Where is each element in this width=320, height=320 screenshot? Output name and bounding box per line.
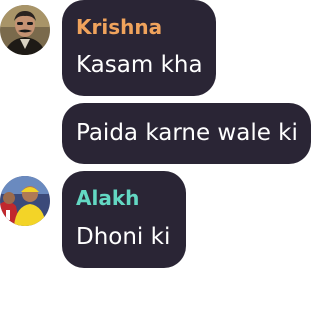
- message-bubble-krishna[interactable]: Krishna Kasam kha: [62, 0, 216, 96]
- sender-name-krishna[interactable]: Krishna: [76, 15, 162, 39]
- message-bubble-alakh[interactable]: Alakh Dhoni ki: [62, 171, 186, 268]
- message-text: Paida karne wale ki: [76, 120, 298, 146]
- message-bubble-krishna-continued[interactable]: Paida karne wale ki: [62, 103, 311, 164]
- sender-avatar-krishna[interactable]: [0, 5, 50, 55]
- cricket-players-avatar: [0, 176, 50, 226]
- message-text: Dhoni ki: [76, 224, 171, 250]
- message-text: Kasam kha: [76, 52, 203, 78]
- man-with-mustache-avatar: [0, 5, 50, 55]
- sender-avatar-alakh[interactable]: [0, 176, 50, 226]
- sender-name-alakh[interactable]: Alakh: [76, 186, 139, 210]
